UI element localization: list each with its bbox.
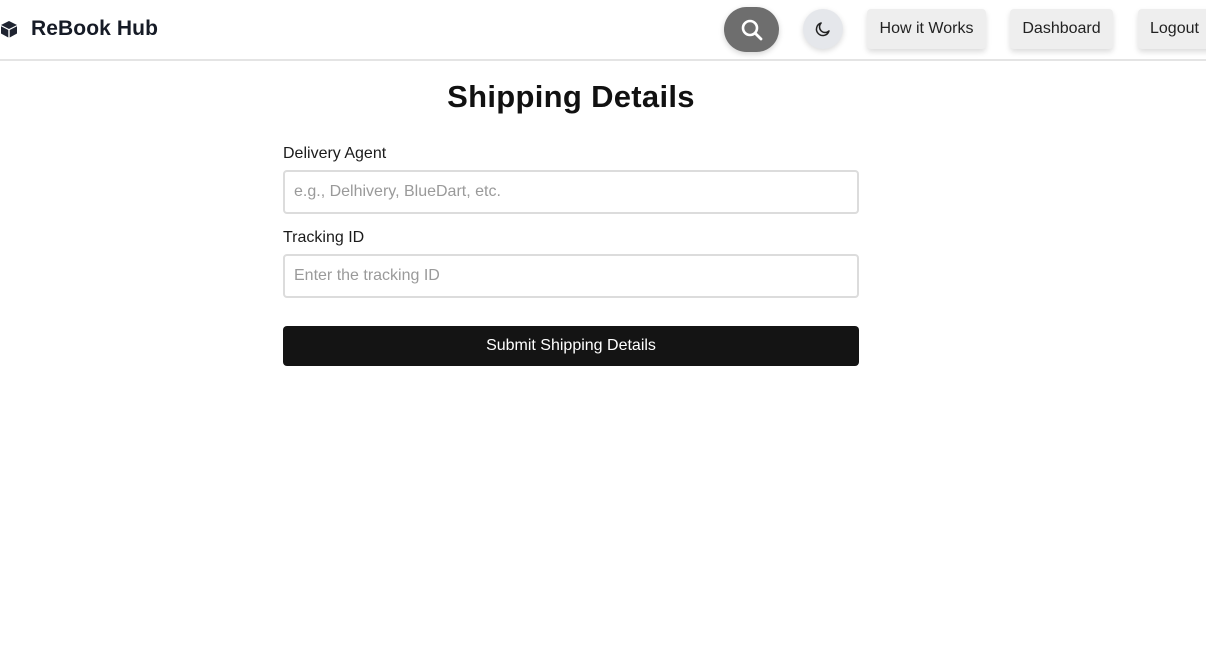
search-button[interactable] — [724, 7, 779, 52]
delivery-agent-input[interactable] — [283, 170, 859, 214]
brand-logo-link[interactable]: ReBook Hub — [0, 16, 158, 42]
moon-icon — [815, 22, 830, 37]
nav-logout-button[interactable]: Logout — [1138, 9, 1206, 49]
nav-dashboard-button[interactable]: Dashboard — [1010, 9, 1113, 49]
brand-name: ReBook Hub — [31, 17, 158, 40]
tracking-id-input[interactable] — [283, 254, 859, 298]
top-navbar: ReBook Hub How it Works Dashboard Logout — [0, 0, 1206, 61]
search-icon — [741, 19, 762, 40]
cube-icon — [1, 21, 17, 38]
page-title: Shipping Details — [447, 79, 695, 114]
submit-shipping-button[interactable]: Submit Shipping Details — [283, 326, 859, 366]
nav-how-it-works-button[interactable]: How it Works — [867, 9, 986, 49]
delivery-agent-label: Delivery Agent — [283, 145, 387, 162]
theme-toggle-button[interactable] — [803, 9, 843, 49]
tracking-id-label: Tracking ID — [283, 229, 365, 246]
